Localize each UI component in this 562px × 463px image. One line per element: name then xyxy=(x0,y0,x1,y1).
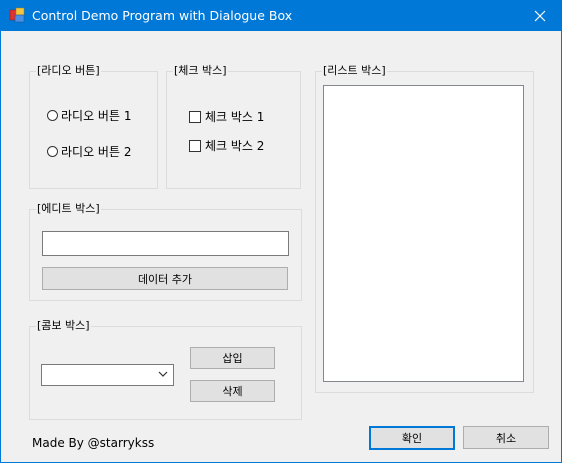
radio-option-2-label: 라디오 버튼 2 xyxy=(61,145,132,159)
combo-group-title: [콤보 박스] xyxy=(36,319,91,333)
ok-button[interactable]: 확인 xyxy=(369,426,455,450)
checkbox-option-2-label: 체크 박스 2 xyxy=(205,139,265,153)
check-group: [체크 박스] xyxy=(166,64,301,189)
check-group-title: [체크 박스] xyxy=(173,64,228,78)
radio-option-2[interactable]: 라디오 버튼 2 xyxy=(47,143,131,160)
checkbox-option-2[interactable]: 체크 박스 2 xyxy=(189,137,264,154)
insert-button[interactable]: 삽입 xyxy=(190,347,275,369)
checkbox-option-1-label: 체크 박스 1 xyxy=(205,110,265,124)
radio-option-1-label: 라디오 버튼 1 xyxy=(61,109,132,123)
radio-option-1[interactable]: 라디오 버튼 1 xyxy=(47,107,131,124)
checkbox-option-1[interactable]: 체크 박스 1 xyxy=(189,108,264,125)
edit-group-title: [에디트 박스] xyxy=(36,202,101,216)
window-title: Control Demo Program with Dialogue Box xyxy=(32,8,293,23)
combo-box[interactable] xyxy=(41,364,174,386)
checkbox-1[interactable] xyxy=(189,110,201,123)
list-box[interactable] xyxy=(323,85,524,382)
radio-circle-2[interactable] xyxy=(47,146,58,157)
list-group-title: [리스트 박스] xyxy=(322,64,387,78)
radio-circle-1[interactable] xyxy=(47,110,58,121)
radio-group: [라디오 버튼] xyxy=(29,64,158,189)
close-button[interactable] xyxy=(517,0,562,31)
checkbox-2[interactable] xyxy=(189,139,201,152)
chevron-down-icon xyxy=(158,371,168,377)
delete-button[interactable]: 삭제 xyxy=(190,380,275,402)
add-data-button[interactable]: 데이터 추가 xyxy=(42,267,288,290)
edit-input[interactable] xyxy=(42,231,289,256)
radio-group-title: [라디오 버튼] xyxy=(36,64,101,78)
close-icon xyxy=(534,10,546,21)
app-icon xyxy=(9,7,25,23)
cancel-button[interactable]: 취소 xyxy=(463,426,549,449)
dialog-window: Control Demo Program with Dialogue Box [… xyxy=(0,0,562,463)
title-bar[interactable]: Control Demo Program with Dialogue Box xyxy=(1,0,562,31)
credit-text: Made By @starrykss xyxy=(32,436,155,450)
